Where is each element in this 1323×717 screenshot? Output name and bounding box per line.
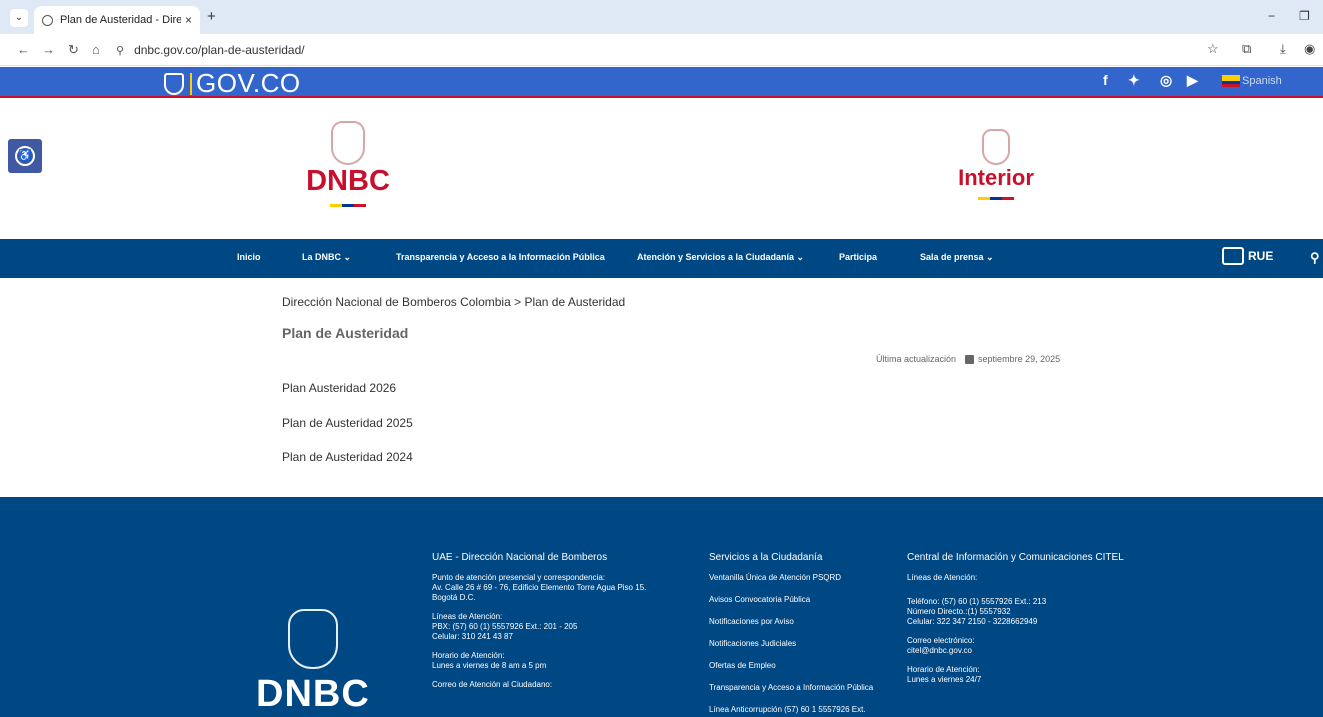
home-icon[interactable]: ⌂ <box>92 42 100 57</box>
forward-icon[interactable]: → <box>42 42 55 57</box>
nav-participa[interactable]: Participa <box>839 252 877 262</box>
accessibility-icon: ♿ <box>15 146 35 166</box>
bookmark-star-icon[interactable]: ☆ <box>1207 41 1219 57</box>
footer-link-anticorrupcion[interactable]: Línea Anticorrupción (57) 60 1 5557926 E… <box>709 705 899 715</box>
globe-icon <box>42 14 53 26</box>
address-bar[interactable]: ⚲ dnbc.gov.co/plan-de-austeridad/ <box>116 38 1196 62</box>
footer-link-empleo[interactable]: Ofertas de Empleo <box>709 661 899 671</box>
updated-label: Última actualización <box>876 354 957 364</box>
footer-col3-title: Central de Información y Comunicaciones … <box>907 552 1124 563</box>
colombia-shield-icon <box>164 72 184 95</box>
youtube-icon[interactable]: ▶ <box>1187 72 1198 89</box>
main-navigation: Inicio La DNBC ⌄ Transparencia y Acceso … <box>0 239 1323 278</box>
govco-bar: GOV.CO f ✦ ◎ ▶ Spanish <box>0 67 1323 98</box>
interior-logo[interactable]: Interior <box>946 129 1046 200</box>
footer-dnbc-logo: DNBC <box>256 609 370 716</box>
browser-tab[interactable]: Plan de Austeridad - Dirección I × <box>34 6 200 34</box>
tricolor-bar <box>978 197 1014 200</box>
footer-citel-phones: Teléfono: (57) 60 (1) 5557926 Ext.: 213 … <box>907 597 1047 626</box>
calendar-icon <box>965 354 975 364</box>
minimize-button[interactable]: − <box>1268 9 1275 23</box>
restore-button[interactable]: ❐ <box>1299 9 1310 23</box>
back-icon[interactable]: ← <box>17 42 30 57</box>
document-link-2026[interactable]: Plan Austeridad 2026 <box>282 381 396 395</box>
search-icon[interactable]: ⚲ <box>1310 250 1320 266</box>
tricolor-bar <box>330 204 366 207</box>
interior-logo-text: Interior <box>958 165 1034 190</box>
footer-link-psqrd[interactable]: Ventanilla Única de Atención PSQRD <box>709 573 899 583</box>
facebook-icon[interactable]: f <box>1103 72 1108 88</box>
document-link-2024[interactable]: Plan de Austeridad 2024 <box>282 450 413 464</box>
updated-date: septiembre 29, 2025 <box>978 354 1061 364</box>
dnbc-logo[interactable]: DNBC <box>298 121 398 207</box>
footer-link-notificaciones-judiciales[interactable]: Notificaciones Judiciales <box>709 639 899 649</box>
footer-citel-lines-label: Líneas de Atención: <box>907 573 978 582</box>
twitter-icon[interactable]: ✦ <box>1128 72 1140 89</box>
footer-col2-title: Servicios a la Ciudadanía <box>709 552 823 563</box>
rue-icon <box>1222 247 1244 265</box>
breadcrumb[interactable]: Dirección Nacional de Bomberos Colombia … <box>282 295 625 309</box>
govco-separator <box>190 72 192 95</box>
page-title: Plan de Austeridad <box>282 325 409 341</box>
accessibility-button[interactable]: ♿ <box>8 139 42 173</box>
footer-link-transparencia[interactable]: Transparencia y Acceso a Información Púb… <box>709 683 899 693</box>
footer-lines: Líneas de Atención: PBX: (57) 60 (1) 555… <box>432 612 578 641</box>
new-tab-button[interactable]: + <box>207 8 216 25</box>
document-link-2025[interactable]: Plan de Austeridad 2025 <box>282 416 413 430</box>
browser-tab-bar: ⌄ Plan de Austeridad - Dirección I × + −… <box>0 0 1323 34</box>
tab-title: Plan de Austeridad - Dirección I <box>60 14 181 26</box>
footer-link-avisos[interactable]: Avisos Convocatoria Pública <box>709 595 899 605</box>
govco-logo[interactable]: GOV.CO <box>164 68 301 99</box>
interior-crest-icon <box>982 129 1010 165</box>
dnbc-crest-icon <box>331 121 365 165</box>
nav-transparencia[interactable]: Transparencia y Acceso a la Información … <box>396 252 605 262</box>
footer-email-label: Correo de Atención al Ciudadano: <box>432 680 553 689</box>
footer-col1-title: UAE - Dirección Nacional de Bomberos <box>432 552 608 563</box>
profile-icon[interactable]: ◉ <box>1304 41 1315 57</box>
nav-inicio[interactable]: Inicio <box>237 252 261 262</box>
nav-sala-de-prensa[interactable]: Sala de prensa ⌄ <box>920 252 994 263</box>
dnbc-logo-text: DNBC <box>306 165 390 197</box>
tab-list-icon[interactable]: ⌄ <box>10 9 28 27</box>
footer-logo-text: DNBC <box>256 673 370 715</box>
close-tab-icon[interactable]: × <box>185 13 192 27</box>
site-info-icon[interactable]: ⚲ <box>116 44 124 57</box>
extensions-icon[interactable]: ⧉ <box>1242 41 1251 57</box>
colombia-flag-icon <box>1222 75 1240 87</box>
footer-column-dnbc: UAE - Dirección Nacional de Bomberos Pun… <box>432 553 692 699</box>
footer-column-services: Servicios a la Ciudadanía Ventanilla Úni… <box>709 553 899 717</box>
instagram-icon[interactable]: ◎ <box>1160 72 1172 89</box>
rue-label: RUE <box>1248 249 1274 263</box>
footer-address: Punto de atención presencial y correspon… <box>432 573 647 602</box>
last-updated: Última actualización septiembre 29, 2025 <box>876 354 1060 364</box>
footer-crest-icon <box>287 609 338 669</box>
language-selector[interactable]: Spanish <box>1242 75 1282 87</box>
footer-hours: Horario de Atención: Lunes a viernes de … <box>432 651 547 670</box>
nav-la-dnbc[interactable]: La DNBC ⌄ <box>302 252 351 263</box>
footer: DNBC UAE - Dirección Nacional de Bombero… <box>0 497 1323 717</box>
rue-button[interactable]: RUE <box>1222 247 1273 265</box>
footer-column-citel: Central de Información y Comunicaciones … <box>907 553 1167 694</box>
browser-toolbar: ← → ↻ ⌂ ⚲ dnbc.gov.co/plan-de-austeridad… <box>0 34 1323 66</box>
url-text: dnbc.gov.co/plan-de-austeridad/ <box>134 43 305 57</box>
download-icon[interactable]: ⤓ <box>1280 41 1286 57</box>
footer-citel-email: Correo electrónico: citel@dnbc.gov.co <box>907 636 975 655</box>
footer-link-notificaciones-aviso[interactable]: Notificaciones por Aviso <box>709 617 899 627</box>
nav-atencion[interactable]: Atención y Servicios a la Ciudadanía ⌄ <box>637 252 804 263</box>
reload-icon[interactable]: ↻ <box>68 42 79 58</box>
footer-citel-hours: Horario de Atención: Lunes a viernes 24/… <box>907 665 982 684</box>
govco-text: GOV.CO <box>196 68 301 98</box>
